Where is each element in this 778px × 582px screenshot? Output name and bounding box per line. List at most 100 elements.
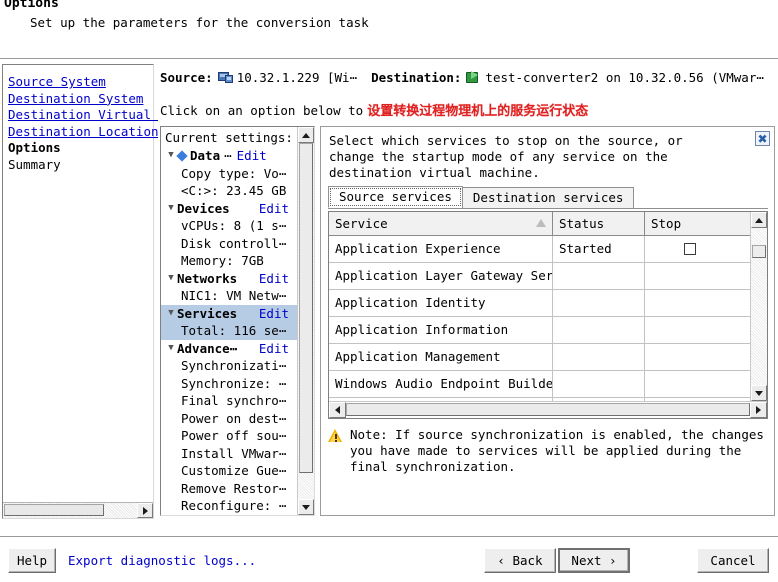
- tree-scroll-up-arrow-icon[interactable]: [298, 127, 314, 143]
- edit-link-advanced[interactable]: Edit: [259, 340, 289, 358]
- expand-collapse-icon[interactable]: ▼: [165, 200, 177, 217]
- expand-collapse-icon[interactable]: ▼: [165, 305, 177, 322]
- wizard-step-list: Source System Destination System Destina…: [8, 74, 166, 173]
- edit-link-data[interactable]: Edit: [237, 147, 267, 165]
- cell-service: Windows Audio Endpoint Builder: [329, 371, 553, 397]
- tree-leaf-vcpus: vCPUs: 8 (1 s⋯: [161, 217, 297, 235]
- services-note: Note: If source synchronization is enabl…: [328, 427, 768, 475]
- tree-node-networks[interactable]: ▼ Networks Edit: [161, 270, 297, 288]
- tree-node-services[interactable]: ▼ Services Edit: [161, 305, 297, 323]
- export-diagnostic-logs-link[interactable]: Export diagnostic logs...: [68, 553, 256, 568]
- tree-vertical-scrollbar[interactable]: [297, 127, 314, 515]
- tree-node-data[interactable]: ▼ Data ⋯ Edit: [161, 147, 297, 165]
- table-row[interactable]: Application Experience Started: [329, 236, 750, 263]
- table-vertical-scrollbar[interactable]: [750, 212, 767, 401]
- tree-leaf-install-vmware-tools: Install VMwar⋯: [161, 445, 297, 463]
- wizard-step-nav-panel: Source System Destination System Destina…: [2, 64, 154, 519]
- sidebar-item-summary[interactable]: Summary: [8, 157, 166, 174]
- nav-hscroll-right-arrow-icon[interactable]: [137, 503, 153, 518]
- table-horizontal-scrollbar[interactable]: [329, 401, 767, 418]
- table-scroll-track[interactable]: [751, 228, 767, 385]
- column-header-service[interactable]: Service: [329, 212, 553, 235]
- converter-options-window: Options Set up the parameters for the co…: [0, 0, 778, 582]
- tree-node-label: Data: [190, 147, 220, 165]
- cell-service: Application Identity: [329, 290, 553, 316]
- services-tabs: Source services Destination services: [328, 187, 768, 209]
- click-hint-text: Click on an option below to: [160, 103, 363, 118]
- cell-stop[interactable]: [645, 263, 735, 289]
- column-header-status[interactable]: Status: [553, 212, 645, 235]
- tree-scroll-down-arrow-icon[interactable]: [298, 499, 314, 515]
- table-hscroll-track[interactable]: [346, 402, 750, 418]
- cell-stop[interactable]: [645, 344, 735, 370]
- column-header-service-label: Service: [335, 216, 388, 231]
- help-button[interactable]: Help: [8, 548, 56, 573]
- table-row[interactable]: Windows Audio Endpoint Builder: [329, 371, 750, 398]
- column-header-stop[interactable]: Stop: [645, 212, 735, 235]
- blue-diamond-icon: [176, 150, 187, 161]
- page-subtitle: Set up the parameters for the conversion…: [30, 15, 369, 30]
- warning-icon: [328, 429, 343, 443]
- table-hscroll-right-arrow-icon[interactable]: [750, 402, 767, 418]
- tree-leaf-memory: Memory: 7GB: [161, 252, 297, 270]
- tree-title: Current settings:: [161, 127, 297, 147]
- current-settings-tree: Current settings: ▼ Data ⋯ Edit Copy typ…: [160, 126, 315, 516]
- services-table-header: Service Status Stop: [329, 212, 767, 236]
- tab-destination-services[interactable]: Destination services: [462, 187, 635, 208]
- tree-node-advanced[interactable]: ▼ Advance⋯ Edit: [161, 340, 297, 358]
- sidebar-item-destination-location[interactable]: Destination Location: [8, 124, 166, 141]
- tree-leaf-synchronization: Synchronizati⋯: [161, 357, 297, 375]
- edit-link-networks[interactable]: Edit: [259, 270, 289, 288]
- edit-link-devices[interactable]: Edit: [259, 200, 289, 218]
- close-icon[interactable]: ✖: [755, 131, 770, 146]
- table-row[interactable]: Application Layer Gateway Service: [329, 263, 750, 290]
- cell-status: [553, 290, 645, 316]
- table-scroll-down-arrow-icon[interactable]: [751, 385, 767, 401]
- expand-collapse-icon[interactable]: ▼: [165, 340, 177, 357]
- tab-source-services[interactable]: Source services: [328, 186, 463, 208]
- cell-service: Application Information: [329, 317, 553, 343]
- destination-label: Destination:: [371, 70, 461, 85]
- table-row[interactable]: Application Information: [329, 317, 750, 344]
- tree-node-label: Devices: [177, 200, 230, 218]
- nav-hscroll-track[interactable]: [3, 503, 137, 518]
- tree-leaf-final-sync: Final synchro⋯: [161, 392, 297, 410]
- tree-scroll-track[interactable]: [298, 143, 314, 499]
- cell-stop[interactable]: [645, 317, 735, 343]
- table-row[interactable]: Application Management: [329, 344, 750, 371]
- cell-stop[interactable]: [645, 371, 735, 397]
- tree-node-devices[interactable]: ▼ Devices Edit: [161, 200, 297, 218]
- cell-stop[interactable]: [645, 290, 735, 316]
- sidebar-item-destination-virtual-machine[interactable]: Destination Virtual M: [8, 107, 166, 124]
- sidebar-item-destination-system[interactable]: Destination System: [8, 91, 166, 108]
- table-row[interactable]: Application Identity: [329, 290, 750, 317]
- cell-status: Started: [553, 236, 645, 262]
- tree-leaf-power-off-source: Power off sou⋯: [161, 427, 297, 445]
- table-hscroll-left-arrow-icon[interactable]: [329, 402, 346, 418]
- cell-stop[interactable]: [645, 236, 735, 262]
- table-scroll-up-arrow-icon[interactable]: [751, 212, 767, 228]
- back-button[interactable]: ‹ Back: [484, 548, 556, 573]
- tree-scroll-thumb[interactable]: [299, 143, 313, 473]
- table-hscroll-thumb[interactable]: [346, 403, 750, 416]
- stop-checkbox[interactable]: [684, 243, 696, 255]
- services-detail-panel: Select which services to stop on the sou…: [320, 126, 775, 516]
- services-description: Select which services to stop on the sou…: [329, 133, 734, 181]
- nav-hscroll-thumb[interactable]: [4, 504, 104, 516]
- tree-leaf-synchronize: Synchronize: ⋯: [161, 375, 297, 393]
- tree-leaf-nic1: NIC1: VM Netw⋯: [161, 287, 297, 305]
- table-scroll-thumb[interactable]: [752, 245, 766, 258]
- cell-status: [553, 263, 645, 289]
- tree-leaf-copy-type: Copy type: Vo⋯: [161, 165, 297, 183]
- nav-horizontal-scrollbar[interactable]: [3, 502, 153, 518]
- cell-service: Application Layer Gateway Service: [329, 263, 553, 289]
- edit-link-services[interactable]: Edit: [259, 305, 289, 323]
- expand-collapse-icon[interactable]: ▼: [165, 270, 177, 287]
- click-hint-row: Click on an option below to 设置转换过程物理机上的服…: [160, 100, 588, 119]
- sidebar-item-source-system[interactable]: Source System: [8, 74, 166, 91]
- next-button[interactable]: Next ›: [558, 548, 630, 573]
- sidebar-item-options[interactable]: Options: [8, 140, 166, 157]
- cell-service: Application Management: [329, 344, 553, 370]
- cancel-button[interactable]: Cancel: [697, 548, 769, 573]
- destination-value: test-converter2 on 10.32.0.56 (VMwar⋯: [485, 70, 763, 85]
